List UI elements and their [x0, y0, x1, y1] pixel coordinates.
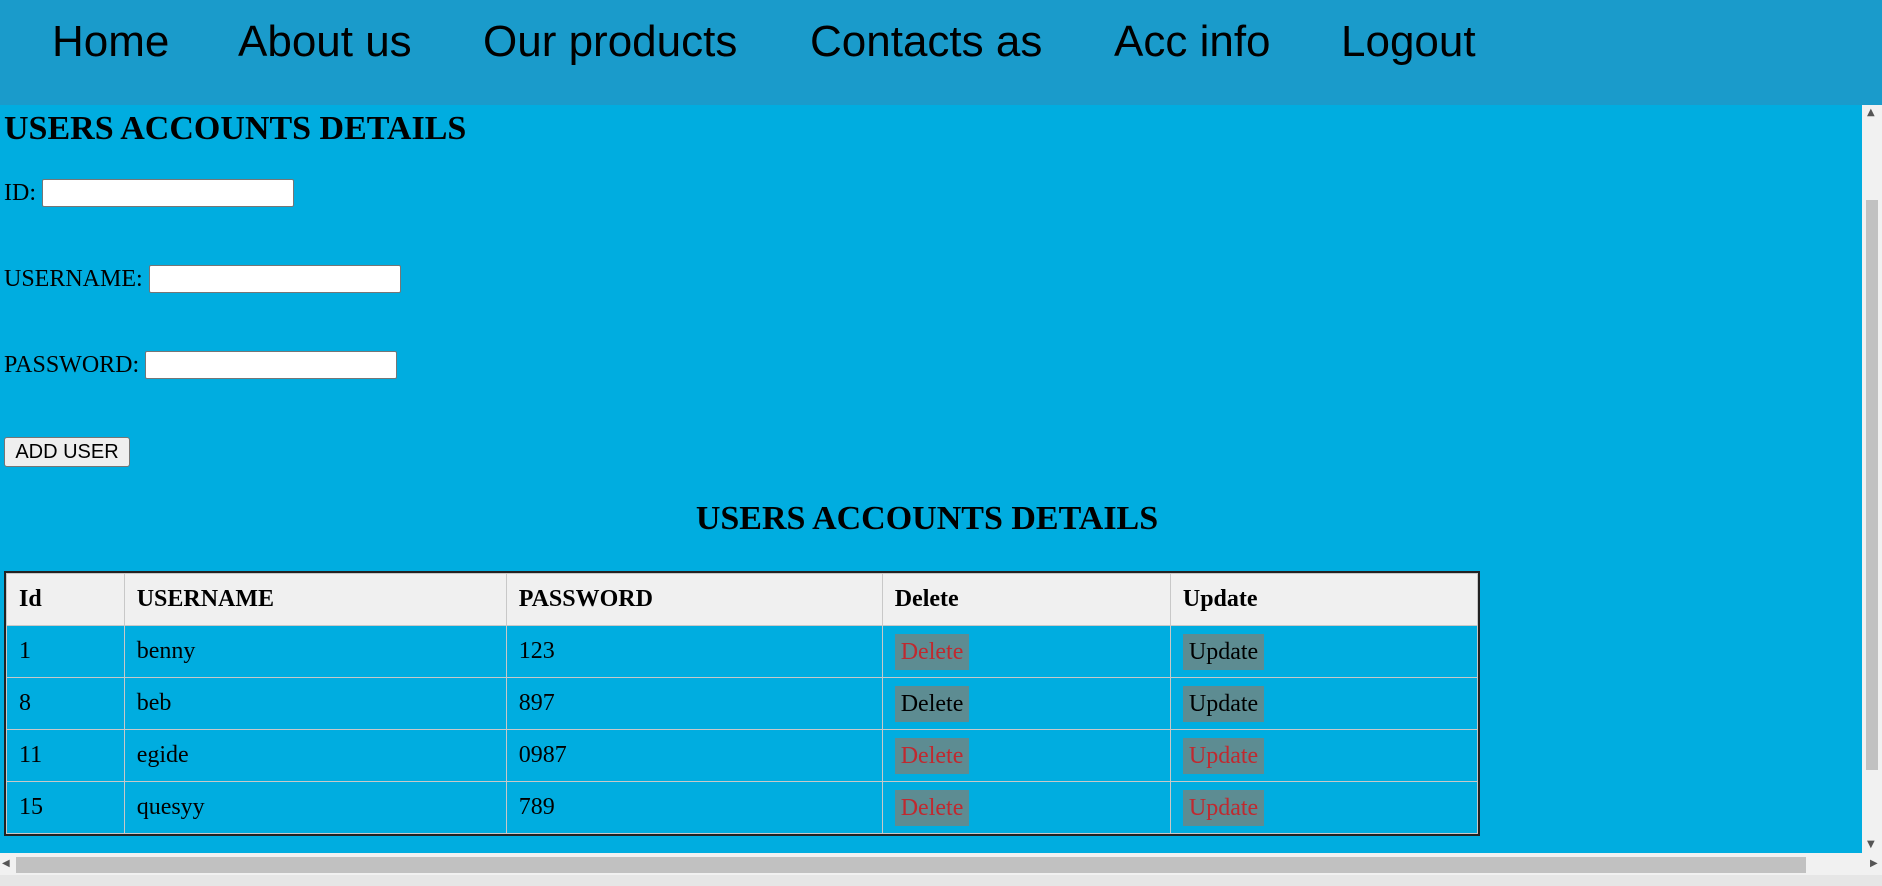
- cell-username: quesyy: [124, 782, 506, 833]
- username-input[interactable]: [149, 265, 401, 293]
- delete-button[interactable]: Delete: [894, 633, 970, 670]
- delete-button[interactable]: Delete: [894, 685, 970, 722]
- header-delete: Delete: [882, 574, 1170, 625]
- cell-password: 897: [506, 678, 882, 729]
- nav-logout[interactable]: Logout: [1341, 12, 1476, 72]
- table-row: 11 egide 0987 Delete Update: [7, 730, 1477, 781]
- horizontal-scrollbar[interactable]: ◀ ▶: [0, 853, 1882, 875]
- cell-delete: Delete: [882, 626, 1170, 677]
- cell-delete: Delete: [882, 782, 1170, 833]
- cell-password: 123: [506, 626, 882, 677]
- id-label: ID:: [4, 180, 36, 206]
- cell-update: Update: [1170, 626, 1477, 677]
- nav-acc-info[interactable]: Acc info: [1114, 12, 1271, 72]
- users-table: Id USERNAME PASSWORD Delete Update 1 ben…: [4, 571, 1480, 836]
- cell-update: Update: [1170, 678, 1477, 729]
- cell-delete: Delete: [882, 730, 1170, 781]
- password-label: PASSWORD:: [4, 352, 140, 378]
- cell-username: beb: [124, 678, 506, 729]
- scroll-up-arrow-icon[interactable]: ▲: [1867, 107, 1875, 118]
- username-label: USERNAME:: [4, 266, 143, 292]
- table-row: 8 beb 897 Delete Update: [7, 678, 1477, 729]
- id-input[interactable]: [42, 179, 294, 207]
- vertical-scroll-thumb[interactable]: [1866, 200, 1878, 770]
- nav-about-us[interactable]: About us: [238, 12, 412, 72]
- scroll-right-arrow-icon[interactable]: ▶: [1870, 858, 1878, 869]
- cell-password: 789: [506, 782, 882, 833]
- update-button[interactable]: Update: [1182, 737, 1265, 774]
- nav-our-products[interactable]: Our products: [483, 12, 737, 72]
- nav-home[interactable]: Home: [52, 12, 169, 72]
- cell-username: benny: [124, 626, 506, 677]
- cell-password: 0987: [506, 730, 882, 781]
- nav-contacts[interactable]: Contacts as: [810, 12, 1042, 72]
- cell-id: 1: [7, 626, 124, 677]
- update-button[interactable]: Update: [1182, 685, 1265, 722]
- form-title: USERS ACCOUNTS DETAILS: [4, 110, 467, 147]
- update-button[interactable]: Update: [1182, 789, 1265, 826]
- cell-update: Update: [1170, 730, 1477, 781]
- scroll-left-arrow-icon[interactable]: ◀: [2, 858, 10, 869]
- cell-update: Update: [1170, 782, 1477, 833]
- header-password: PASSWORD: [506, 574, 882, 625]
- horizontal-scroll-thumb[interactable]: [16, 857, 1806, 873]
- table-row: 1 benny 123 Delete Update: [7, 626, 1477, 677]
- cell-delete: Delete: [882, 678, 1170, 729]
- top-nav: Home About us Our products Contacts as A…: [0, 0, 1882, 105]
- cell-id: 15: [7, 782, 124, 833]
- table-title: USERS ACCOUNTS DETAILS: [695, 500, 1159, 537]
- cell-id: 8: [7, 678, 124, 729]
- delete-button[interactable]: Delete: [894, 789, 970, 826]
- table-row: 15 quesyy 789 Delete Update: [7, 782, 1477, 833]
- vertical-scrollbar[interactable]: ▲ ▼: [1862, 105, 1882, 853]
- cell-username: egide: [124, 730, 506, 781]
- cell-id: 11: [7, 730, 124, 781]
- delete-button[interactable]: Delete: [894, 737, 970, 774]
- update-button[interactable]: Update: [1182, 633, 1265, 670]
- scroll-down-arrow-icon[interactable]: ▼: [1867, 839, 1875, 850]
- window-bottom-edge: [0, 875, 1882, 886]
- table-header-row: Id USERNAME PASSWORD Delete Update: [7, 574, 1477, 625]
- main-content: USERS ACCOUNTS DETAILS ID: USERNAME: PAS…: [0, 105, 1862, 853]
- header-id: Id: [7, 574, 124, 625]
- header-update: Update: [1170, 574, 1477, 625]
- password-input[interactable]: [145, 351, 397, 379]
- header-username: USERNAME: [124, 574, 506, 625]
- add-user-button[interactable]: ADD USER: [4, 437, 130, 467]
